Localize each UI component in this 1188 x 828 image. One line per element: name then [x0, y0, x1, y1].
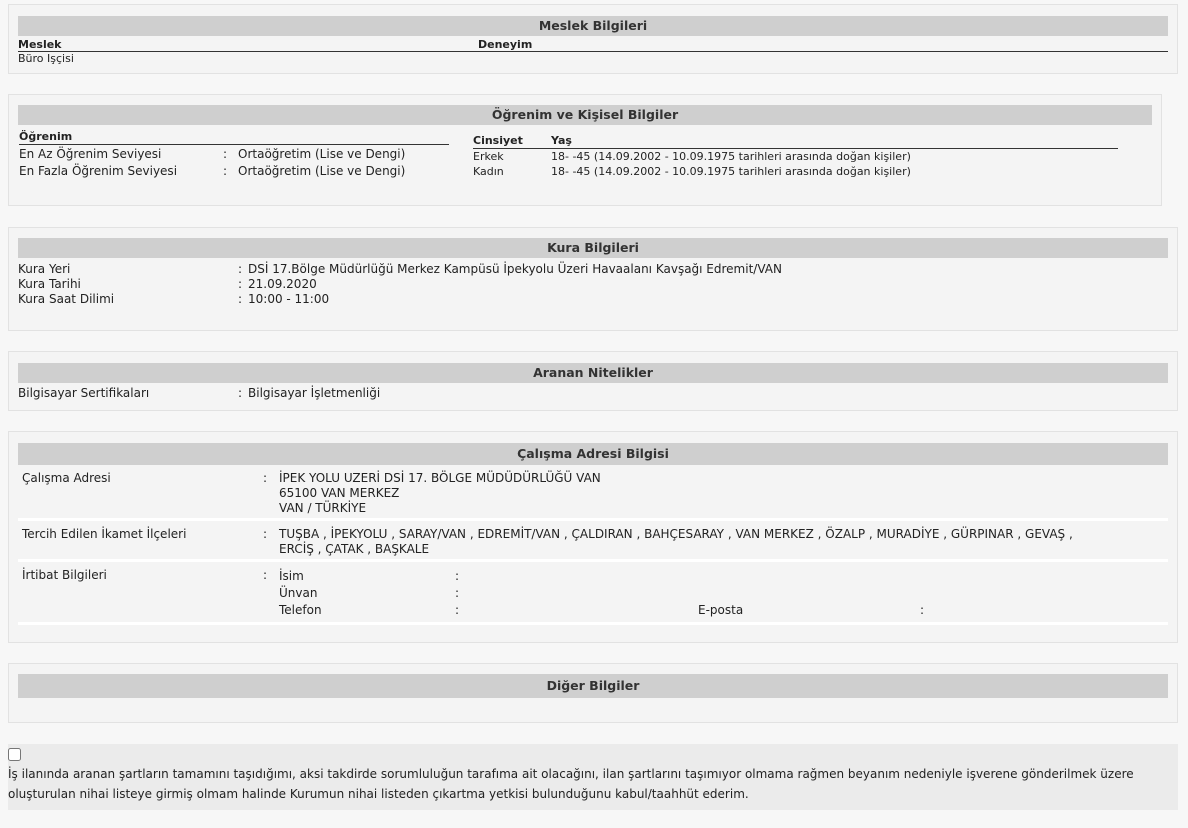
adres-line-1: İPEK YOLU UZERİ DSİ 17. BÖLGE MÜDÜDÜRLÜĞ…: [279, 471, 601, 485]
consent-text: İş ilanında aranan şartların tamamını ta…: [8, 767, 1134, 801]
en-fazla-ogrenim-sep: :: [223, 164, 228, 178]
meslek-header-rule: [18, 51, 1168, 52]
consent-checkbox[interactable]: [8, 748, 21, 761]
telefon-label: Telefon: [279, 603, 322, 617]
meslek-panel: Meslek Bilgileri Meslek Deneyim Büro Işç…: [8, 4, 1178, 74]
adres-header: Çalışma Adresi Bilgisi: [18, 443, 1168, 465]
calisma-adresi-sep: :: [263, 471, 268, 485]
isim-label: İsim: [279, 569, 304, 583]
nitelik-panel: Aranan Nitelikler Bilgisayar Sertifikala…: [8, 351, 1178, 411]
nitelik-header: Aranan Nitelikler: [18, 363, 1168, 383]
diger-header: Diğer Bilgiler: [18, 674, 1168, 698]
cinsiyet-erkek: Erkek: [473, 150, 504, 163]
kura-tarihi-value: 21.09.2020: [248, 277, 317, 291]
unvan-colon: :: [455, 586, 460, 600]
kura-panel: Kura Bilgileri Kura Yeri : DSİ 17.Bölge …: [8, 227, 1178, 331]
kura-yeri-label: Kura Yeri: [18, 262, 71, 276]
kura-tarihi-sep: :: [238, 277, 243, 291]
ogrenim-header-rule: [19, 144, 449, 145]
ikamet-ilceleri-label: Tercih Edilen İkamet İlçeleri: [22, 527, 187, 541]
ogrenim-header: Öğrenim ve Kişisel Bilgiler: [18, 105, 1152, 125]
telefon-colon: :: [455, 603, 460, 617]
bilgisayar-sertifika-label: Bilgisayar Sertifikaları: [18, 386, 150, 400]
bilgisayar-sertifika-value: Bilgisayar İşletmenliği: [248, 386, 381, 400]
ikamet-ilceleri-line-2: ERCİŞ , ÇATAK , BAŞKALE: [279, 542, 430, 556]
en-fazla-ogrenim-value: Ortaöğretim (Lise ve Dengi): [238, 164, 406, 178]
adres-panel: Çalışma Adresi Bilgisi Çalışma Adresi : …: [8, 431, 1178, 643]
deneyim-col-header: Deneyim: [478, 38, 533, 51]
bilgisayar-sertifika-sep: :: [238, 386, 243, 400]
en-az-ogrenim-sep: :: [223, 147, 228, 161]
adres-line-3: VAN / TÜRKİYE: [279, 501, 367, 515]
calisma-adresi-label: Çalışma Adresi: [22, 471, 111, 485]
meslek-col-header: Meslek: [18, 38, 62, 51]
meslek-value: Büro Işçisi: [18, 52, 74, 65]
adres-row-divider-2: [18, 559, 1168, 562]
adres-line-2: 65100 VAN MERKEZ: [279, 486, 400, 500]
kura-tarihi-label: Kura Tarihi: [18, 277, 81, 291]
cinsiyet-kadin: Kadın: [473, 165, 504, 178]
en-fazla-ogrenim-label: En Fazla Öğrenim Seviyesi: [19, 164, 178, 178]
diger-panel: Diğer Bilgiler: [8, 663, 1178, 723]
eposta-colon: :: [920, 603, 925, 617]
unvan-label: Ünvan: [279, 586, 318, 600]
eposta-label: E-posta: [698, 603, 744, 617]
ogrenim-col-header: Öğrenim: [19, 130, 73, 143]
irtibat-sep: :: [263, 568, 268, 582]
kura-header: Kura Bilgileri: [18, 238, 1168, 258]
adres-row-divider-3: [18, 622, 1168, 625]
kura-saat-label: Kura Saat Dilimi: [18, 292, 115, 306]
ikamet-ilceleri-sep: :: [263, 527, 268, 541]
kura-saat-sep: :: [238, 292, 243, 306]
kura-saat-value: 10:00 - 11:00: [248, 292, 330, 306]
en-az-ogrenim-label: En Az Öğrenim Seviyesi: [19, 147, 162, 161]
yas-erkek: 18- -45 (14.09.2002 - 10.09.1975 tarihle…: [551, 150, 911, 163]
yas-kadin: 18- -45 (14.09.2002 - 10.09.1975 tarihle…: [551, 165, 911, 178]
ikamet-ilceleri-line-1: TUŞBA , İPEKYOLU , SARAY/VAN , EDREMİT/V…: [279, 527, 1073, 541]
meslek-header: Meslek Bilgileri: [18, 16, 1168, 36]
irtibat-label: İrtibat Bilgileri: [22, 568, 107, 582]
adres-row-divider-1: [18, 518, 1168, 521]
kura-yeri-value: DSİ 17.Bölge Müdürlüğü Merkez Kampüsü İp…: [248, 262, 782, 276]
consent-section: İş ilanında aranan şartların tamamını ta…: [8, 744, 1178, 810]
kura-yeri-sep: :: [238, 262, 243, 276]
ogrenim-panel: Öğrenim ve Kişisel Bilgiler Öğrenim En A…: [8, 94, 1162, 206]
yas-col-header: Yaş: [551, 134, 572, 147]
en-az-ogrenim-value: Ortaöğretim (Lise ve Dengi): [238, 147, 406, 161]
isim-colon: :: [455, 569, 460, 583]
cinsiyet-col-header: Cinsiyet: [473, 134, 523, 147]
kisisel-header-rule: [473, 148, 1118, 149]
